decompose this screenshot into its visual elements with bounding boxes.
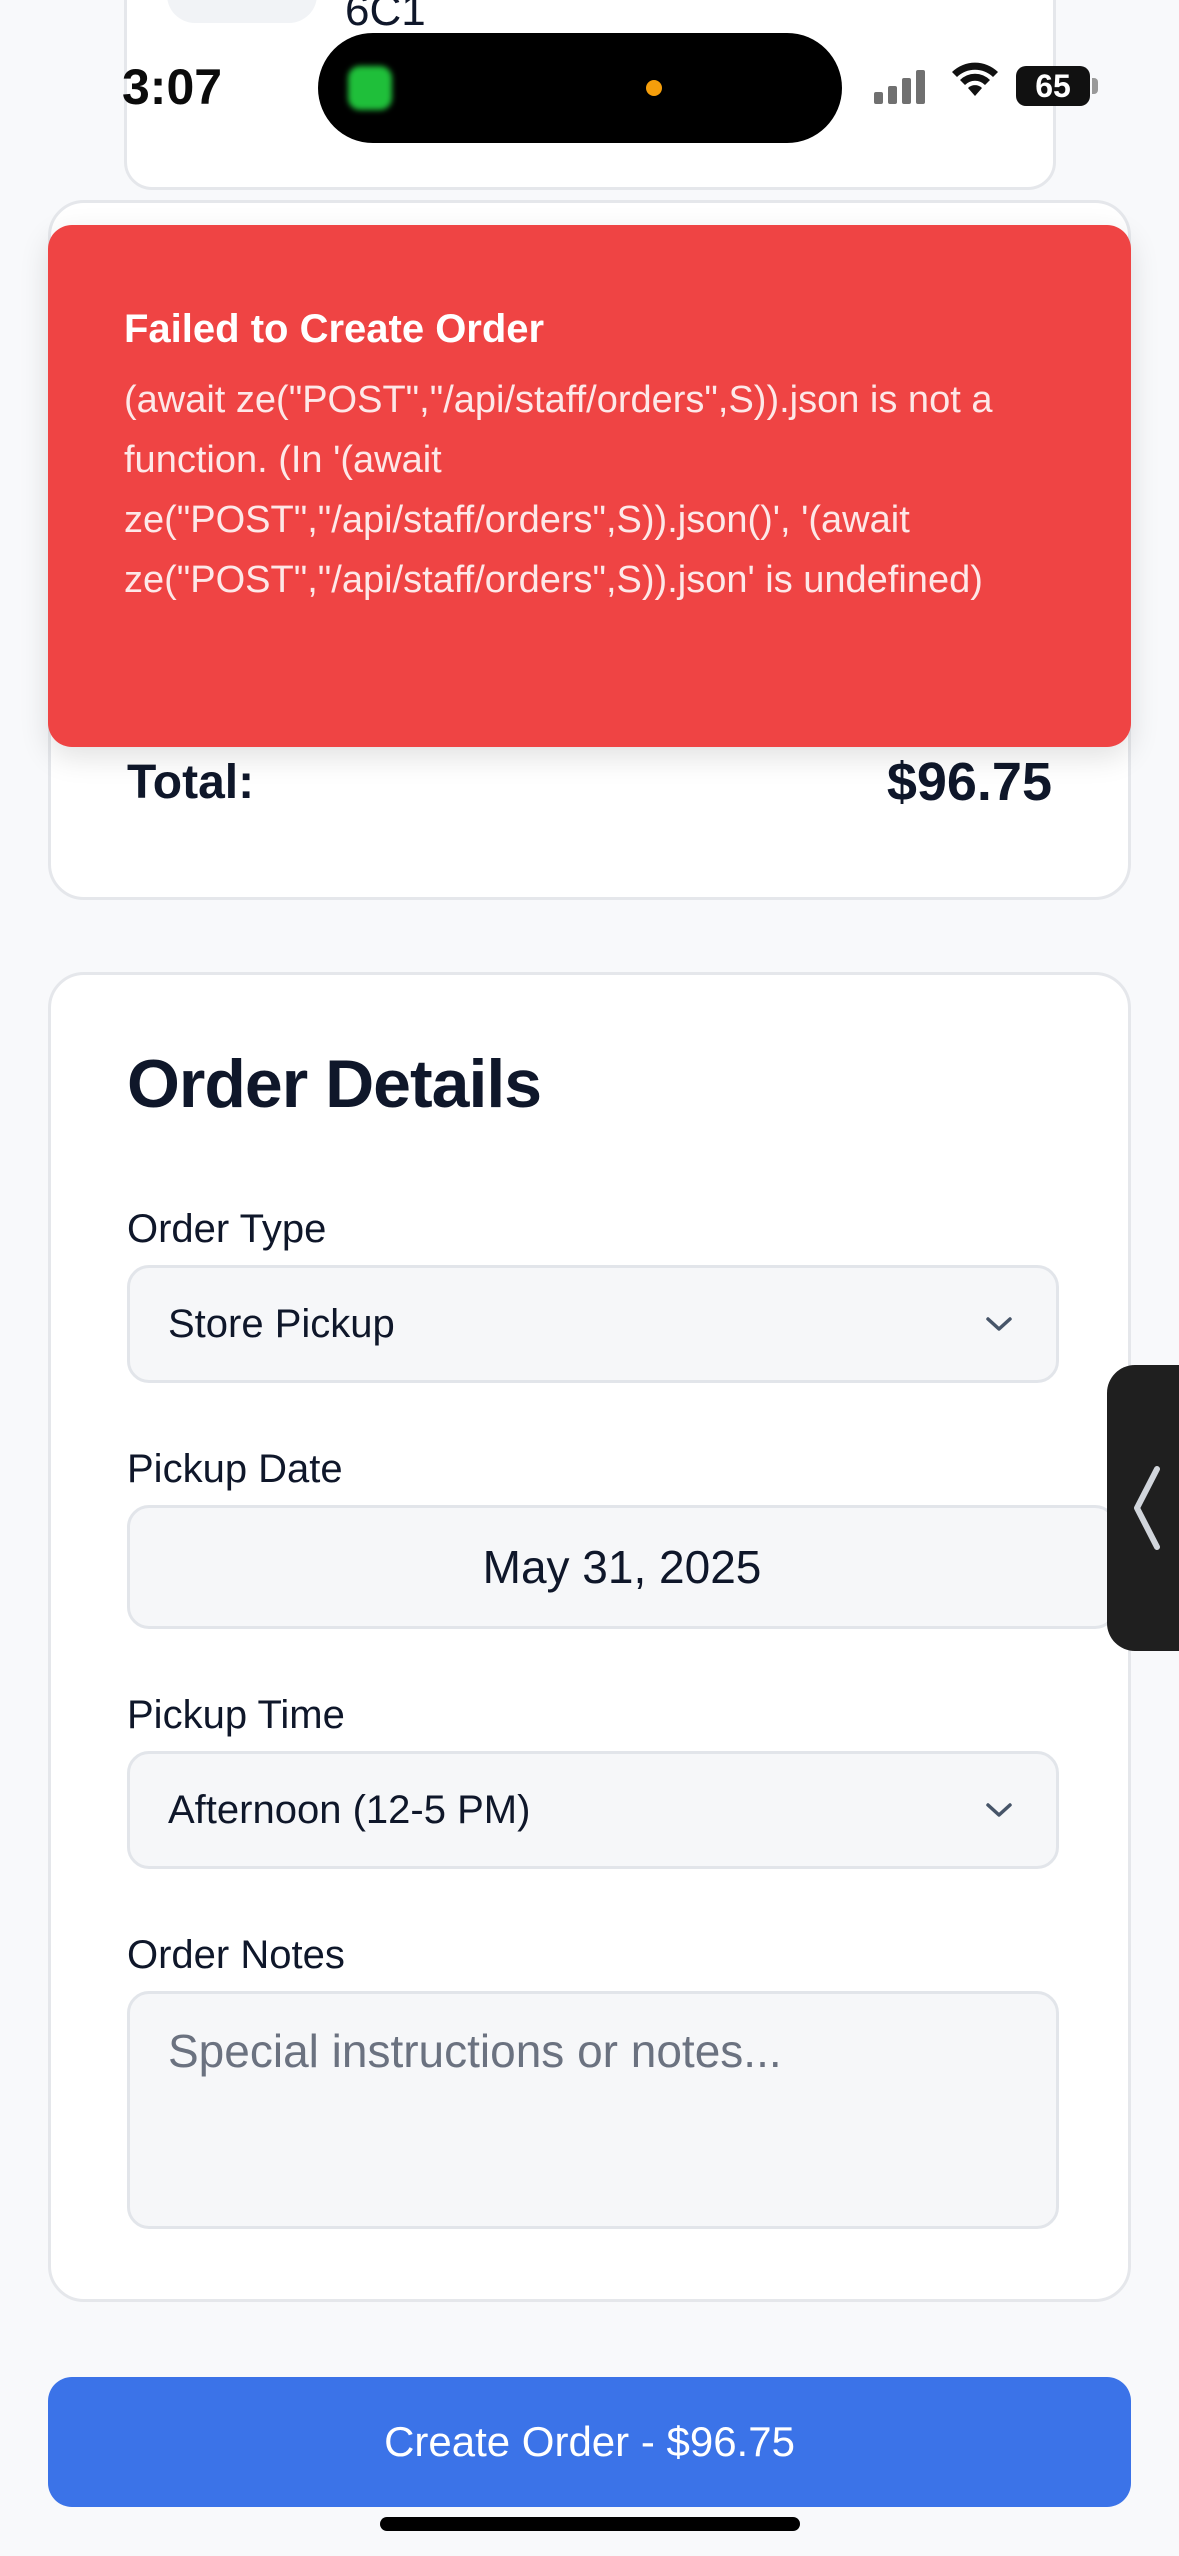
pickup-time-label: Pickup Time (127, 1693, 345, 1737)
chevron-down-icon (986, 1803, 1012, 1817)
home-indicator (380, 2517, 800, 2531)
cellular-signal-icon (874, 64, 925, 104)
total-label: Total: (127, 755, 255, 809)
toast-message: (await ze("POST","/api/staff/orders",S))… (124, 379, 993, 601)
order-notes-textarea[interactable]: Special instructions or notes... (127, 1991, 1059, 2229)
total-row: Total: $96.75 (127, 751, 1052, 813)
facetime-indicator-icon (348, 66, 392, 110)
microphone-indicator-icon (646, 80, 662, 96)
pickup-date-value: May 31, 2025 (482, 1541, 762, 1593)
order-type-select[interactable]: Store Pickup (127, 1265, 1059, 1383)
order-details-card: Order Details Order Type Store Pickup Pi… (48, 972, 1131, 2302)
order-notes-placeholder: Special instructions or notes... (168, 2025, 782, 2077)
status-time: 3:07 (122, 59, 223, 115)
chevron-down-icon (986, 1317, 1012, 1331)
battery-tip (1092, 78, 1098, 94)
battery-icon: 65 (1016, 66, 1090, 106)
error-toast[interactable]: Failed to Create Order (await ze("POST",… (48, 225, 1131, 747)
section-title: Order Details (127, 1046, 542, 1122)
toast-title: Failed to Create Order (124, 307, 545, 351)
order-type-value: Store Pickup (168, 1301, 395, 1346)
order-notes-label: Order Notes (127, 1933, 345, 1977)
pickup-time-value: Afternoon (12-5 PM) (168, 1787, 531, 1832)
pickup-time-select[interactable]: Afternoon (12-5 PM) (127, 1751, 1059, 1869)
dynamic-island (318, 33, 842, 143)
create-order-button[interactable]: Create Order - $96.75 (48, 2377, 1131, 2507)
side-drawer-handle[interactable] (1107, 1365, 1179, 1651)
page: 6C1 0 Total: $96.75 3:07 65 (0, 0, 1179, 2556)
wifi-icon (952, 62, 998, 96)
status-bar: 3:07 65 (0, 0, 1179, 150)
pickup-date-label: Pickup Date (127, 1447, 343, 1491)
chevron-left-icon (1134, 1466, 1160, 1550)
pickup-date-input[interactable]: May 31, 2025 (127, 1505, 1117, 1629)
total-value: $96.75 (886, 752, 1052, 812)
order-type-label: Order Type (127, 1207, 327, 1251)
